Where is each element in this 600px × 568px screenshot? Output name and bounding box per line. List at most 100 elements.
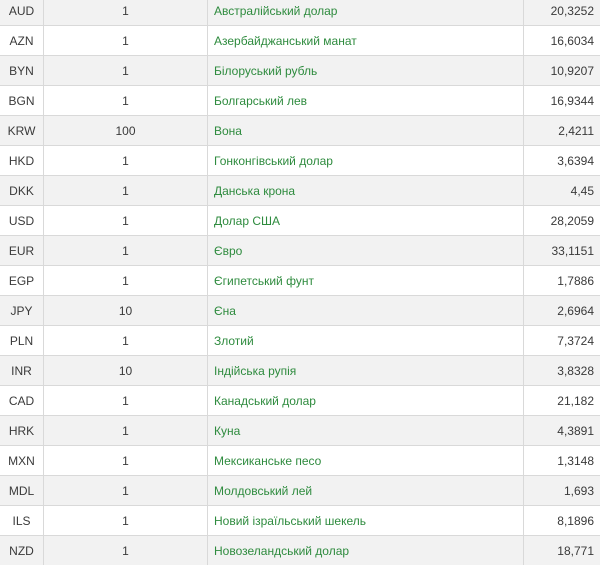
currency-code: MDL [0,475,44,506]
currency-units: 1 [43,325,208,356]
currency-units: 10 [43,355,208,386]
table-row: BGN 1 Болгарський лев 16,9344 [0,85,600,116]
exchange-rates-table: AUD 1 Австралійський долар 20,3252 AZN 1 Азерб… [0,0,600,565]
currency-name-link[interactable]: Гонконгівський долар [214,154,333,168]
currency-units: 100 [43,115,208,146]
currency-name-cell: Долар США [207,205,524,236]
currency-code: BGN [0,85,44,116]
currency-units: 1 [43,55,208,86]
table-row: AZN 1 Азербайджанський манат 16,6034 [0,25,600,56]
currency-units: 1 [43,205,208,236]
currency-name-link[interactable]: Молдовський лей [214,484,312,498]
currency-code: ILS [0,505,44,536]
table-row: DKK 1 Данська крона 4,45 [0,175,600,206]
exchange-rate: 1,7886 [523,265,600,296]
exchange-rate: 20,3252 [523,0,600,26]
currency-units: 1 [43,505,208,536]
table-row: EUR 1 Євро 33,1151 [0,235,600,266]
currency-code: EUR [0,235,44,266]
currency-units: 1 [43,445,208,476]
currency-name-cell: Гонконгівський долар [207,145,524,176]
currency-name-link[interactable]: Єгипетський фунт [214,274,314,288]
currency-name-link[interactable]: Білоруський рубль [214,64,317,78]
exchange-rate: 4,45 [523,175,600,206]
currency-units: 10 [43,295,208,326]
currency-name-cell: Мексиканське песо [207,445,524,476]
currency-code: NZD [0,535,44,565]
currency-units: 1 [43,475,208,506]
currency-name-cell: Канадський долар [207,385,524,416]
table-row: EGP 1 Єгипетський фунт 1,7886 [0,265,600,296]
currency-units: 1 [43,175,208,206]
table-row: USD 1 Долар США 28,2059 [0,205,600,236]
currency-code: AUD [0,0,44,26]
currency-name-cell: Єна [207,295,524,326]
table-row: KRW 100 Вона 2,4211 [0,115,600,146]
currency-units: 1 [43,85,208,116]
exchange-rate: 10,9207 [523,55,600,86]
currency-name-link[interactable]: Євро [214,244,242,258]
currency-name-link[interactable]: Австралійський долар [214,4,337,18]
currency-name-link[interactable]: Болгарський лев [214,94,307,108]
currency-name-cell: Куна [207,415,524,446]
table-row: BYN 1 Білоруський рубль 10,9207 [0,55,600,86]
table-row: HRK 1 Куна 4,3891 [0,415,600,446]
currency-name-cell: Молдовський лей [207,475,524,506]
currency-code: HKD [0,145,44,176]
exchange-rate: 1,3148 [523,445,600,476]
currency-code: AZN [0,25,44,56]
exchange-rate: 33,1151 [523,235,600,266]
currency-name-link[interactable]: Індійська рупія [214,364,296,378]
currency-name-link[interactable]: Данська крона [214,184,295,198]
currency-name-link[interactable]: Канадський долар [214,394,316,408]
currency-name-link[interactable]: Мексиканське песо [214,454,321,468]
exchange-rate: 3,8328 [523,355,600,386]
table-row: AUD 1 Австралійський долар 20,3252 [0,0,600,26]
table-row: MDL 1 Молдовський лей 1,693 [0,475,600,506]
currency-units: 1 [43,415,208,446]
currency-units: 1 [43,0,208,26]
currency-units: 1 [43,265,208,296]
currency-code: EGP [0,265,44,296]
currency-name-link[interactable]: Злотий [214,334,254,348]
exchange-rate: 3,6394 [523,145,600,176]
currency-code: KRW [0,115,44,146]
currency-code: MXN [0,445,44,476]
currency-name-link[interactable]: Вона [214,124,242,138]
currency-code: CAD [0,385,44,416]
exchange-rates-body: AUD 1 Австралійський долар 20,3252 AZN 1 Азерб… [0,0,600,565]
exchange-rate: 1,693 [523,475,600,506]
exchange-rate: 18,771 [523,535,600,565]
exchange-rate: 2,4211 [523,115,600,146]
table-row: JPY 10 Єна 2,6964 [0,295,600,326]
currency-name-link[interactable]: Новий ізраїльський шекель [214,514,366,528]
currency-name-cell: Азербайджанський манат [207,25,524,56]
currency-code: BYN [0,55,44,86]
table-row: CAD 1 Канадський долар 21,182 [0,385,600,416]
currency-name-link[interactable]: Азербайджанський манат [214,34,357,48]
currency-name-cell: Австралійський долар [207,0,524,26]
table-row: ILS 1 Новий ізраїльський шекель 8,1896 [0,505,600,536]
currency-name-link[interactable]: Куна [214,424,240,438]
exchange-rate: 16,6034 [523,25,600,56]
exchange-rate: 7,3724 [523,325,600,356]
table-row: HKD 1 Гонконгівський долар 3,6394 [0,145,600,176]
exchange-rate: 16,9344 [523,85,600,116]
currency-name-link[interactable]: Єна [214,304,236,318]
exchange-rate: 8,1896 [523,505,600,536]
currency-name-cell: Білоруський рубль [207,55,524,86]
exchange-rate: 4,3891 [523,415,600,446]
currency-name-cell: Новозеландський долар [207,535,524,565]
currency-name-cell: Індійська рупія [207,355,524,386]
currency-units: 1 [43,25,208,56]
currency-units: 1 [43,385,208,416]
currency-name-cell: Вона [207,115,524,146]
table-row: INR 10 Індійська рупія 3,8328 [0,355,600,386]
currency-name-link[interactable]: Долар США [214,214,280,228]
table-row: MXN 1 Мексиканське песо 1,3148 [0,445,600,476]
table-row: PLN 1 Злотий 7,3724 [0,325,600,356]
currency-name-cell: Данська крона [207,175,524,206]
currency-name-link[interactable]: Новозеландський долар [214,544,349,558]
currency-units: 1 [43,145,208,176]
exchange-rate: 28,2059 [523,205,600,236]
